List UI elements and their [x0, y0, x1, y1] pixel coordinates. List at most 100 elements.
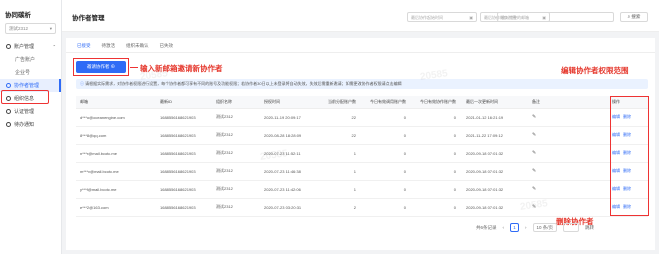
total-count: 共6条记录 — [476, 224, 497, 230]
sidebar-item-label: 待办通知 — [14, 122, 35, 128]
cell-org: 测试2312 — [212, 180, 260, 199]
sidebar-item-notifications[interactable]: 待办通知 — [0, 118, 61, 131]
shield-icon — [6, 109, 11, 114]
cell-remark: ✎ — [528, 198, 608, 217]
next-page-icon[interactable]: › — [525, 225, 527, 230]
cell-accounts: 2 — [318, 198, 362, 217]
cell-daily-collab: 0 — [412, 144, 462, 163]
cell-remark: ✎ — [528, 126, 608, 145]
col-updated: 最后一次更新时间 — [462, 96, 528, 109]
pagination: 共6条记录 ‹ 1 › 10 条/页 跳转 — [476, 223, 594, 232]
org-select[interactable]: 测试2312 ▾ — [5, 23, 56, 34]
page-size-select[interactable]: 10 条/页 — [532, 223, 558, 232]
start-date-placeholder: 最后协作起始时间 — [411, 15, 443, 20]
table-header-row: 邮箱 最新ID 组织名称 授权时间 当前分配账户数 今日有效调用账户数 今日有效… — [76, 96, 648, 109]
cell-email: m***v@mail.bcotc.me — [76, 162, 156, 181]
cell-daily-calls: 0 — [362, 126, 412, 145]
collaborators-table: 邮箱 最新ID 组织名称 授权时间 当前分配账户数 今日有效调用账户数 今日有效… — [76, 96, 648, 217]
cell-accounts: 1 — [318, 144, 362, 163]
cell-latest-id: 1688556168621903 — [156, 144, 212, 163]
cell-org: 测试2312 — [212, 198, 260, 217]
cell-updated: 2021-01-12 16:21:19 — [462, 108, 528, 127]
edit-remark-icon[interactable]: ✎ — [532, 204, 536, 210]
app-logo: 协同碳析 — [5, 12, 31, 19]
user-icon — [6, 83, 11, 88]
page-number[interactable]: 1 — [510, 223, 520, 232]
bell-icon — [6, 122, 11, 127]
cell-email: e***2@163.com — [76, 198, 156, 217]
annotation-edit-permissions: 编辑协作者权限范围 — [561, 66, 629, 75]
table-row: e***2@163.com 1688556168621903 测试2312 2020-… — [76, 198, 648, 217]
cell-updated: 2020-09-18 07:01:32 — [462, 144, 528, 163]
search-button-label: 搜索 — [631, 14, 641, 19]
search-placeholder: 输入完整的邮箱 — [501, 15, 529, 20]
sidebar-item-certification[interactable]: 认证管理 — [0, 105, 61, 118]
start-date-input[interactable]: 最后协作起始时间 ▣ — [407, 12, 477, 22]
info-icon: ⓘ — [80, 81, 84, 86]
cell-accounts: 1 — [318, 180, 362, 199]
sidebar-nav: 账户管理 ⌃ 广告账户 企业号 协作者管理 组织信息 认证管理 待办通知 — [0, 40, 61, 131]
sidebar-item-account[interactable]: 账户管理 ⌃ — [0, 40, 61, 53]
table-row: m***v@mail.bcotc.me 1688556168621903 测试231… — [76, 162, 648, 181]
search-button[interactable]: ⌕ 搜索 — [620, 12, 648, 22]
actions-highlight-box — [610, 96, 649, 216]
edit-remark-icon[interactable]: ✎ — [532, 114, 536, 120]
cell-updated: 2020-09-18 07:01:32 — [462, 162, 528, 181]
cell-daily-collab: 0 — [412, 162, 462, 181]
cell-remark: ✎ — [528, 144, 608, 163]
cell-auth-time: 2020-08-28 18:28:09 — [260, 126, 318, 145]
sidebar-item-label: 认证管理 — [14, 109, 35, 115]
cell-updated: 2020-09-18 07:01:32 — [462, 198, 528, 217]
cell-email: y***f@mail.bcotc.me — [76, 180, 156, 199]
invite-highlight-box — [73, 58, 129, 76]
col-accounts: 当前分配账户数 — [318, 96, 362, 109]
cell-latest-id: 1688556168621903 — [156, 126, 212, 145]
search-input[interactable]: 输入完整的邮箱 — [497, 12, 614, 22]
chevron-down-icon: ▾ — [49, 25, 52, 31]
cell-daily-calls: 0 — [362, 198, 412, 217]
cell-auth-time: 2020-07-23 11:42:06 — [260, 180, 318, 199]
cell-remark: ✎ — [528, 180, 608, 199]
sidebar: 协同碳析 测试2312 ▾ 账户管理 ⌃ 广告账户 企业号 协作者管理 组织信息… — [0, 0, 62, 254]
cell-org: 测试2312 — [212, 144, 260, 163]
edit-remark-icon[interactable]: ✎ — [532, 168, 536, 174]
cell-accounts: 1 — [318, 162, 362, 181]
main-panel: 已接受 待激活 组织未确认 已失效 邀请协作者 ⊕ 输入新邮箱邀请新协作者 编辑… — [66, 38, 655, 250]
cell-daily-calls: 0 — [362, 144, 412, 163]
cell-auth-time: 2020-11-19 20:09:17 — [260, 108, 318, 127]
cell-accounts: 22 — [318, 126, 362, 145]
edit-remark-icon[interactable]: ✎ — [532, 150, 536, 156]
jump-button[interactable]: 跳转 — [585, 225, 594, 231]
cell-remark: ✎ — [528, 108, 608, 127]
cell-latest-id: 1688556168621903 — [156, 108, 212, 127]
annotation-invite: 输入新邮箱邀请新协作者 — [140, 64, 223, 73]
sidebar-item-label: 企业号 — [15, 70, 31, 76]
cell-org: 测试2312 — [212, 126, 260, 145]
col-auth-time: 授权时间 — [260, 96, 318, 109]
cell-updated: 2020-09-18 07:01:32 — [462, 180, 528, 199]
header: 协作者管理 最后协作起始时间 ▣ 最后协作结束时间 ▣ 输入完整的邮箱 ⌕ 搜索 — [62, 0, 659, 32]
page-title: 协作者管理 — [72, 15, 105, 22]
col-email: 邮箱 — [76, 96, 156, 109]
cell-auth-time: 2020-07-23 11:46:38 — [260, 162, 318, 181]
sidebar-item-ad-account[interactable]: 广告账户 — [0, 53, 61, 66]
cell-org: 测试2312 — [212, 162, 260, 181]
cell-accounts: 22 — [318, 108, 362, 127]
org-select-value: 测试2312 — [9, 25, 29, 31]
jump-input[interactable] — [563, 223, 580, 232]
sidebar-item-enterprise[interactable]: 企业号 — [0, 66, 61, 79]
cell-auth-time: 2020-07-23 11:52:11 — [260, 144, 318, 163]
edit-remark-icon[interactable]: ✎ — [532, 132, 536, 138]
cell-daily-calls: 0 — [362, 108, 412, 127]
edit-remark-icon[interactable]: ✎ — [532, 186, 536, 192]
cell-latest-id: 1688556168621903 — [156, 198, 212, 217]
col-latest-id: 最新ID — [156, 96, 212, 109]
col-daily-collab: 今日有效协作账户数 — [412, 96, 462, 109]
table-row: n***r@mail.bcotc.me 1688556168621903 测试231… — [76, 144, 648, 163]
cell-daily-collab: 0 — [412, 108, 462, 127]
col-remark: 备注 — [528, 96, 608, 109]
cell-org: 测试2312 — [212, 108, 260, 127]
prev-page-icon[interactable]: ‹ — [503, 225, 505, 230]
cell-latest-id: 1688556168621903 — [156, 180, 212, 199]
chevron-up-icon: ⌃ — [52, 44, 56, 49]
